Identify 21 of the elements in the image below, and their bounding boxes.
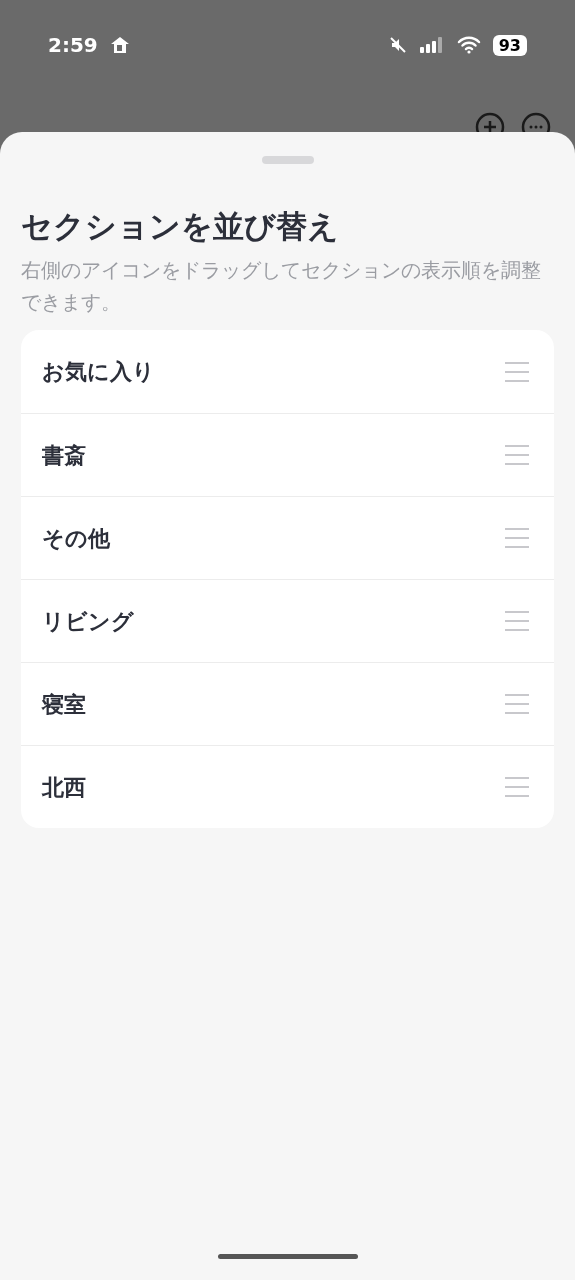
home-icon <box>109 36 130 54</box>
mute-icon <box>388 36 407 54</box>
signal-icon <box>418 36 445 54</box>
drag-handle-icon[interactable] <box>504 776 530 798</box>
section-label: 北西 <box>42 773 86 802</box>
section-label: 書斎 <box>42 441 86 470</box>
drag-handle-icon[interactable] <box>504 444 530 466</box>
wifi-icon <box>456 36 481 54</box>
drag-handle-icon[interactable] <box>504 360 530 383</box>
battery-indicator: 93 <box>492 34 527 56</box>
status-time: 2:59 <box>48 32 98 59</box>
drag-handle-icon[interactable] <box>504 527 530 549</box>
sheet-description: 右側のアイコンをドラッグしてセクションの表示順を調整できます。 <box>21 257 542 316</box>
sheet-handle[interactable] <box>261 156 314 164</box>
sheet-title: セクションを並び替え <box>21 207 340 246</box>
section-label: 寝室 <box>42 690 86 719</box>
section-label: お気に入り <box>42 358 155 386</box>
drag-handle-icon[interactable] <box>504 693 530 715</box>
section-label: その他 <box>42 524 110 553</box>
drag-handle-icon[interactable] <box>504 610 530 632</box>
section-label: リビング <box>42 607 134 636</box>
